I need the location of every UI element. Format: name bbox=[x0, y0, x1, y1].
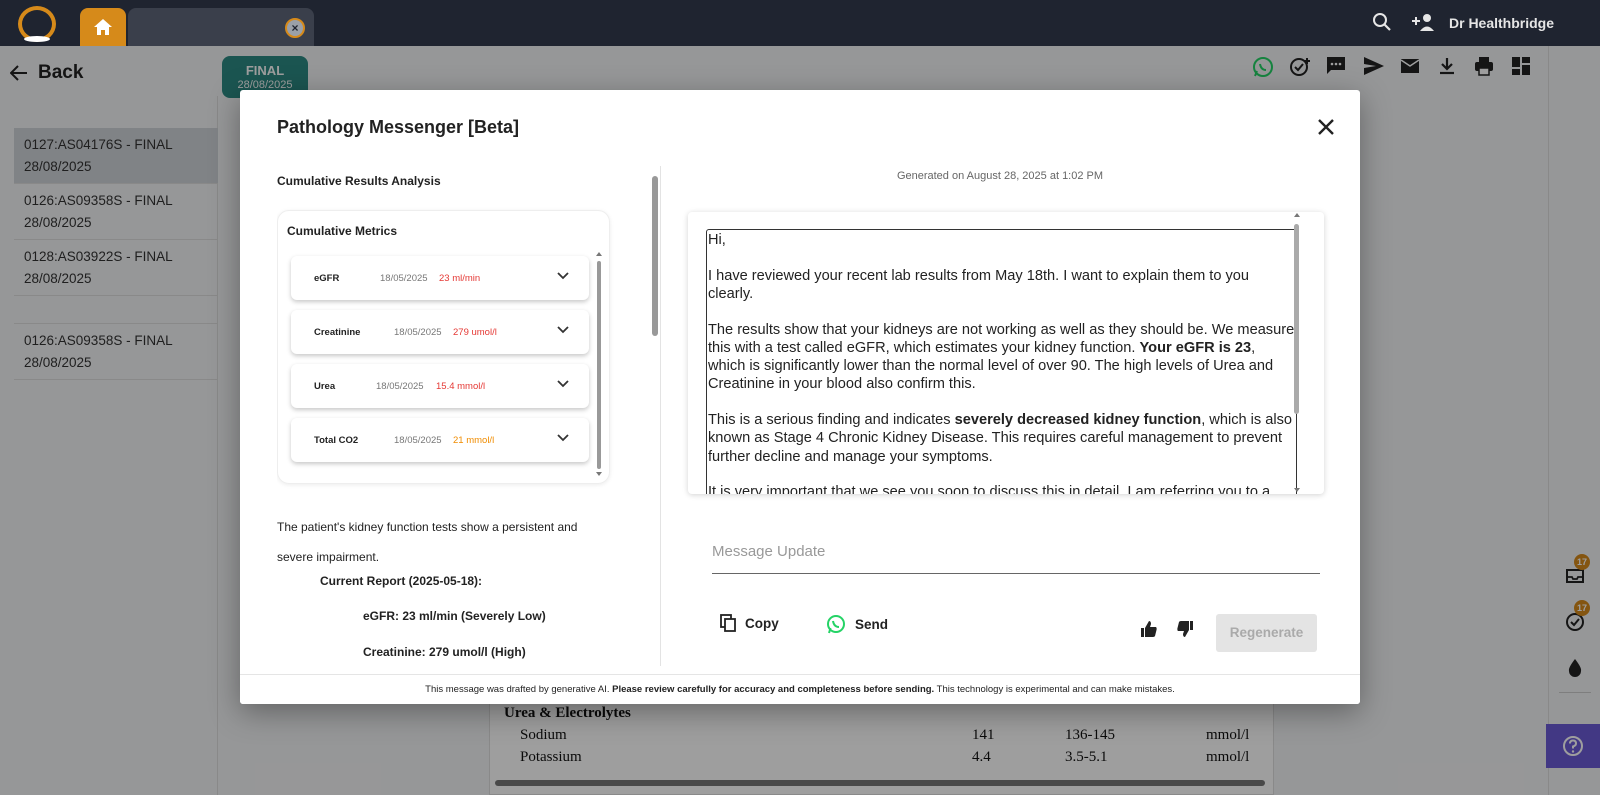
ai-disclaimer: This message was drafted by generative A… bbox=[240, 674, 1360, 704]
message-paragraph: I have reviewed your recent lab results … bbox=[708, 267, 1250, 302]
metric-name: eGFR bbox=[314, 273, 340, 284]
metrics-scrollbar[interactable] bbox=[596, 251, 602, 477]
chevron-down-icon[interactable] bbox=[557, 378, 569, 388]
message-text: This is a serious finding and indicates bbox=[708, 412, 955, 429]
message-bold-text: Your eGFR is 23 bbox=[1139, 340, 1252, 356]
app-logo-base bbox=[24, 36, 50, 42]
generated-timestamp: Generated on August 28, 2025 at 1:02 PM bbox=[896, 170, 1104, 182]
metric-row-egfr[interactable]: eGFR 18/05/2025 23 ml/min bbox=[291, 256, 589, 300]
cumulative-metrics-card: Cumulative Metrics eGFR 18/05/2025 23 ml… bbox=[277, 210, 610, 484]
pane-divider bbox=[660, 166, 661, 666]
open-report-tab[interactable]: × bbox=[128, 8, 314, 46]
message-editor[interactable]: Hi, I have reviewed your recent lab resu… bbox=[706, 229, 1297, 494]
thumbs-down-icon[interactable] bbox=[1176, 620, 1194, 638]
metric-value: 21 mmol/l bbox=[453, 435, 495, 446]
home-tab[interactable] bbox=[80, 8, 126, 46]
send-button[interactable]: Send bbox=[826, 614, 888, 634]
thumbs-up-icon[interactable] bbox=[1140, 620, 1158, 638]
send-label: Send bbox=[855, 616, 889, 632]
regenerate-button[interactable]: Regenerate bbox=[1216, 614, 1317, 652]
scroll-up-icon[interactable] bbox=[1294, 212, 1300, 218]
chevron-down-icon[interactable] bbox=[557, 432, 569, 442]
scroll-down-icon[interactable] bbox=[1294, 487, 1300, 493]
disclaimer-bold-text: Please review carefully for accuracy and… bbox=[612, 684, 935, 695]
metrics-scroll-thumb[interactable] bbox=[597, 261, 601, 469]
close-tab-icon[interactable]: × bbox=[285, 18, 305, 38]
metric-date: 18/05/2025 bbox=[394, 327, 442, 338]
metric-row-urea[interactable]: Urea 18/05/2025 15.4 mmol/l bbox=[291, 364, 589, 408]
message-card: Hi, I have reviewed your recent lab resu… bbox=[688, 212, 1324, 494]
message-bold-text: severely decreased kidney function bbox=[954, 412, 1202, 429]
metric-value: 279 umol/l bbox=[453, 327, 497, 338]
metric-date: 18/05/2025 bbox=[380, 273, 428, 284]
metric-value: 15.4 mmol/l bbox=[436, 381, 486, 392]
message-paragraph: The results show that your kidneys are n… bbox=[708, 321, 1296, 394]
current-report-heading: Current Report (2025-05-18): bbox=[320, 574, 483, 588]
scroll-down-icon[interactable] bbox=[596, 471, 602, 477]
analysis-scrollbar[interactable] bbox=[652, 166, 658, 666]
chevron-down-icon[interactable] bbox=[557, 324, 569, 334]
message-update-input[interactable]: Message Update bbox=[712, 534, 1320, 574]
result-item: eGFR: 23 ml/min (Severely Low) bbox=[363, 609, 546, 623]
dialog-title: Pathology Messenger [Beta] bbox=[277, 117, 520, 137]
metric-value: 23 ml/min bbox=[439, 273, 481, 284]
metric-name: Total CO2 bbox=[314, 435, 359, 446]
top-bar: × Dr Healthbridge bbox=[0, 0, 1600, 46]
whatsapp-icon bbox=[827, 615, 845, 634]
message-scroll-thumb[interactable] bbox=[1294, 224, 1299, 414]
chevron-down-icon[interactable] bbox=[557, 270, 569, 280]
user-name[interactable]: Dr Healthbridge bbox=[1449, 15, 1554, 31]
result-item: Creatinine: 279 umol/l (High) bbox=[363, 645, 526, 659]
metric-row-creatinine[interactable]: Creatinine 18/05/2025 279 umol/l bbox=[291, 310, 589, 354]
copy-icon bbox=[720, 614, 736, 632]
metrics-title: Cumulative Metrics bbox=[287, 224, 398, 238]
scroll-up-icon[interactable] bbox=[596, 251, 602, 257]
metric-date: 18/05/2025 bbox=[376, 381, 424, 392]
metric-row-total-co2[interactable]: Total CO2 18/05/2025 21 mmol/l bbox=[291, 418, 589, 462]
analysis-summary: The patient's kidney function tests show… bbox=[277, 520, 578, 564]
disclaimer-text: This message was drafted by generative A… bbox=[425, 684, 613, 695]
metric-name: Urea bbox=[314, 381, 336, 392]
pathology-messenger-dialog: Pathology Messenger [Beta] Cumulative Re… bbox=[240, 90, 1360, 704]
analysis-scroll-thumb[interactable] bbox=[652, 176, 658, 336]
message-scrollbar[interactable] bbox=[1293, 212, 1301, 494]
search-icon[interactable] bbox=[1372, 12, 1392, 32]
message-paragraph: This is a serious finding and indicates … bbox=[708, 411, 1296, 466]
metric-name: Creatinine bbox=[314, 327, 361, 338]
add-user-icon[interactable] bbox=[1412, 12, 1436, 32]
analysis-pane: Cumulative Results Analysis Cumulative M… bbox=[277, 166, 642, 666]
close-icon[interactable] bbox=[1315, 116, 1337, 138]
analysis-section-title: Cumulative Results Analysis bbox=[277, 174, 441, 188]
feedback-buttons bbox=[1140, 620, 1194, 638]
home-icon bbox=[94, 19, 112, 35]
disclaimer-text: This technology is experimental and can … bbox=[934, 684, 1175, 695]
message-paragraph: It is very important that we see you soo… bbox=[708, 484, 1271, 494]
copy-label: Copy bbox=[745, 615, 779, 631]
copy-button[interactable]: Copy bbox=[720, 614, 779, 632]
message-greeting: Hi, bbox=[708, 232, 726, 248]
metric-date: 18/05/2025 bbox=[394, 435, 442, 446]
